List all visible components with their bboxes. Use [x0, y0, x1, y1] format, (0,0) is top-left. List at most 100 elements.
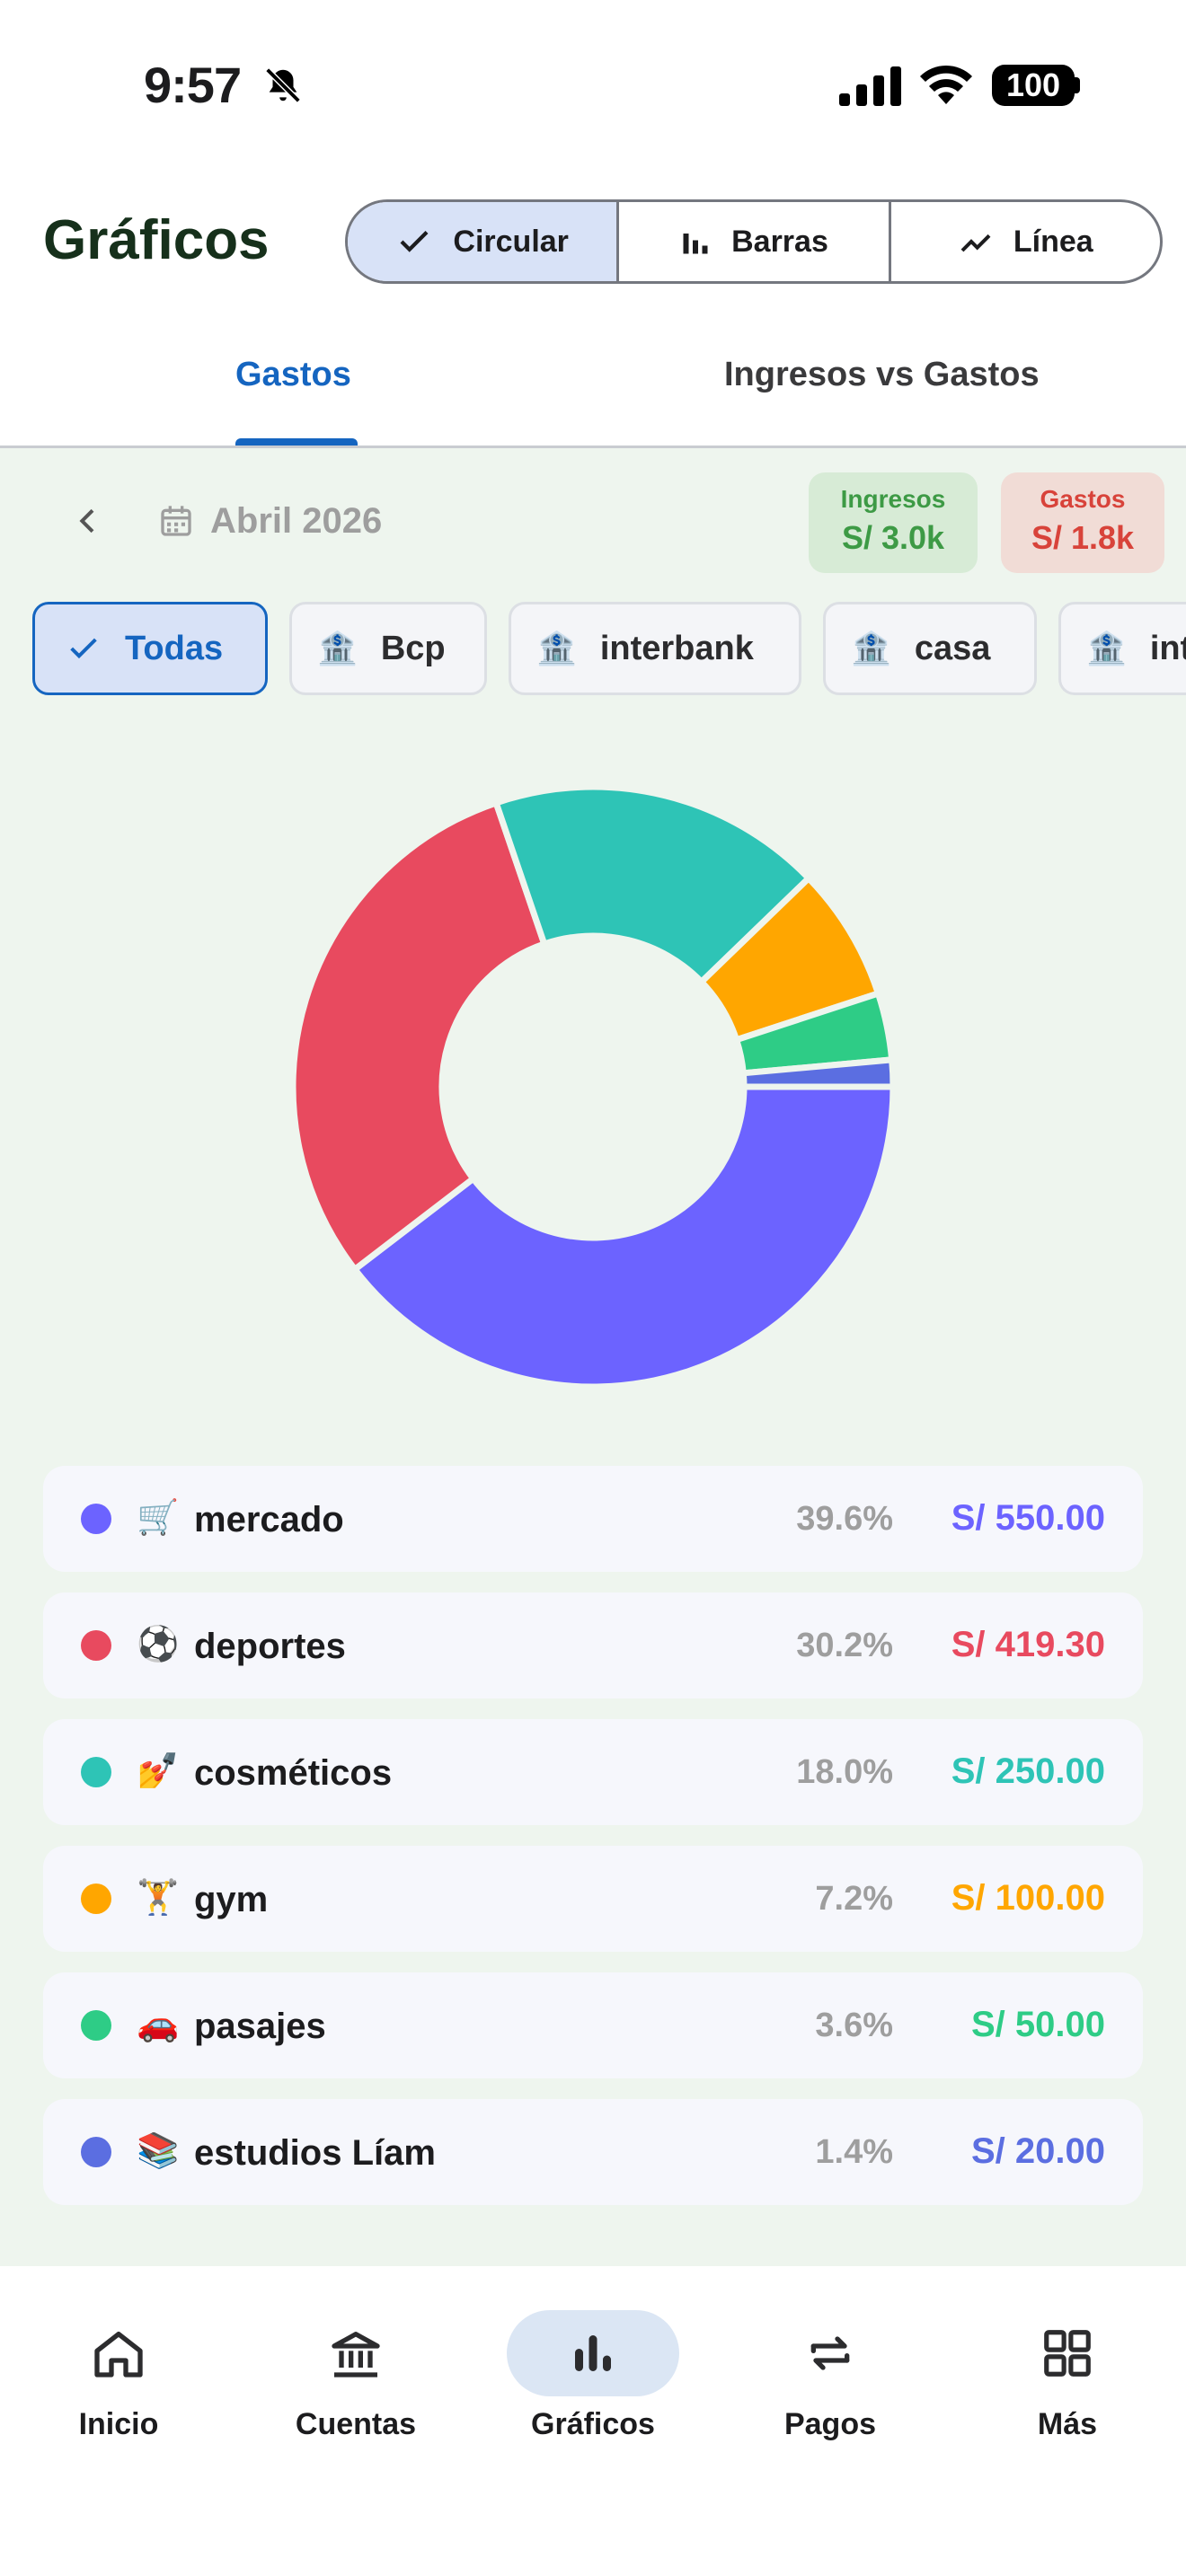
line-chart-icon	[960, 234, 991, 252]
filter-chip-label: Bcp	[380, 629, 446, 667]
category-name: gym	[194, 1880, 269, 1919]
legend-row[interactable]: 🚗 pasajes 3.6% S/ 50.00	[43, 1972, 1143, 2078]
category-emoji-icon: 💅	[137, 1752, 180, 1790]
legend-row[interactable]: 💅 cosméticos 18.0% S/ 250.00	[43, 1719, 1143, 1825]
nav-cuentas-icon-wrap	[237, 2310, 474, 2396]
segment-linea-label: Línea	[1013, 224, 1093, 259]
donut-slice-1[interactable]	[289, 798, 549, 1275]
bank-icon: 🏦	[317, 630, 358, 666]
nav-cuentas[interactable]: Cuentas	[237, 2310, 474, 2442]
segment-linea[interactable]: Línea	[891, 202, 1160, 281]
legend-color-dot	[81, 1883, 111, 1914]
nav-graficos-icon-wrap	[507, 2310, 679, 2396]
donut-chart	[289, 783, 897, 1390]
filter-chip-label: Todas	[125, 629, 224, 667]
period-label[interactable]: Abril 2026	[210, 501, 382, 542]
category-amount: S/ 50.00	[970, 2005, 1105, 2044]
bank-icon: 🏦	[851, 630, 891, 666]
legend-row[interactable]: 🛒 mercado 39.6% S/ 550.00	[43, 1466, 1143, 1572]
category-percentage: 39.6%	[796, 1500, 893, 1538]
category-percentage: 3.6%	[815, 2007, 893, 2044]
category-amount: S/ 100.00	[951, 1878, 1105, 1918]
segment-circular[interactable]: Circular	[348, 202, 620, 281]
nav-inicio-icon-wrap	[0, 2310, 237, 2396]
filter-chip-label: interbank	[1149, 629, 1186, 667]
category-amount: S/ 250.00	[951, 1751, 1105, 1791]
battery-indicator: 100	[992, 65, 1075, 106]
segment-barras[interactable]: Barras	[619, 202, 891, 281]
nav-pagos-icon-wrap	[712, 2310, 949, 2396]
wifi-icon	[920, 65, 972, 104]
signal-icon	[839, 66, 901, 106]
home-icon	[94, 2332, 143, 2378]
chart-type-selector: Circular Barras Línea	[345, 199, 1163, 284]
legend-color-dot	[81, 2010, 111, 2041]
transfer-icon	[810, 2336, 850, 2370]
category-emoji-icon: ⚽	[137, 1626, 180, 1663]
nav-inicio[interactable]: Inicio	[0, 2310, 237, 2442]
category-amount: S/ 550.00	[951, 1498, 1105, 1538]
category-percentage: 18.0%	[796, 1753, 893, 1791]
filter-chip-interbank[interactable]: 🏦 interbank	[509, 602, 801, 695]
legend-row[interactable]: ⚽ deportes 30.2% S/ 419.30	[43, 1592, 1143, 1698]
category-name: mercado	[194, 1500, 344, 1539]
filter-chip-label: casa	[914, 629, 991, 667]
tab-gastos[interactable]: Gastos	[235, 356, 351, 394]
filter-chip-todas[interactable]: Todas	[32, 602, 268, 695]
category-name: deportes	[194, 1627, 346, 1666]
check-icon	[70, 638, 97, 659]
filter-chip-interbank-2[interactable]: 🏦 interbank	[1058, 602, 1186, 695]
segment-circular-label: Circular	[453, 224, 569, 259]
grid-icon	[1044, 2330, 1091, 2377]
category-name: cosméticos	[194, 1753, 393, 1793]
nav-pagos[interactable]: Pagos	[712, 2310, 949, 2442]
calendar-icon	[161, 506, 191, 536]
category-emoji-icon: 🚗	[137, 2006, 180, 2043]
battery-tip	[1075, 77, 1080, 93]
category-amount: S/ 419.30	[951, 1625, 1105, 1664]
ingresos-label: Ingresos	[840, 485, 946, 513]
nav-graficos[interactable]: Gráficos	[474, 2310, 712, 2442]
filter-chip-bcp[interactable]: 🏦 Bcp	[289, 602, 487, 695]
legend-color-dot	[81, 1630, 111, 1661]
bar-chart-icon	[683, 234, 708, 254]
ingresos-value: S/ 3.0k	[841, 519, 945, 556]
category-emoji-icon: 📚	[137, 2132, 180, 2170]
legend-color-dot	[81, 1504, 111, 1534]
filter-chip-label: interbank	[599, 629, 754, 667]
category-name: pasajes	[194, 2007, 326, 2046]
category-percentage: 7.2%	[815, 1880, 893, 1918]
check-icon	[400, 231, 429, 252]
bank-icon: 🏦	[1086, 630, 1127, 666]
bank-icon: 🏦	[536, 630, 577, 666]
nav-mas-label: Más	[1037, 2407, 1098, 2441]
nav-pagos-label: Pagos	[783, 2407, 877, 2441]
category-percentage: 1.4%	[815, 2133, 893, 2171]
nav-inicio-label: Inicio	[78, 2407, 159, 2441]
gastos-label: Gastos	[1040, 485, 1126, 513]
chart-icon	[575, 2335, 611, 2371]
nav-mas[interactable]: Más	[949, 2310, 1186, 2442]
status-time: 9:57	[144, 57, 242, 113]
chevron-left-icon[interactable]	[70, 503, 106, 539]
tab-ingresos-vs-gastos[interactable]: Ingresos vs Gastos	[724, 356, 1040, 394]
legend-row[interactable]: 📚 estudios Líam 1.4% S/ 20.00	[43, 2099, 1143, 2205]
segment-barras-label: Barras	[731, 224, 828, 259]
category-emoji-icon: 🏋	[137, 1879, 180, 1917]
category-amount: S/ 20.00	[970, 2131, 1105, 2171]
legend-color-dot	[81, 1757, 111, 1787]
category-name: estudios Líam	[194, 2133, 436, 2173]
bank-icon	[332, 2332, 380, 2378]
nav-graficos-label: Gráficos	[531, 2407, 655, 2441]
bell-muted-icon	[265, 67, 301, 103]
gastos-summary: Gastos S/ 1.8k	[1001, 472, 1164, 573]
nav-cuentas-label: Cuentas	[295, 2407, 417, 2441]
legend-row[interactable]: 🏋 gym 7.2% S/ 100.00	[43, 1846, 1143, 1952]
filter-chip-casa[interactable]: 🏦 casa	[823, 602, 1037, 695]
legend-color-dot	[81, 2137, 111, 2167]
gastos-value: S/ 1.8k	[1031, 519, 1135, 556]
nav-mas-icon-wrap	[949, 2310, 1186, 2396]
category-percentage: 30.2%	[796, 1627, 893, 1664]
page-title: Gráficos	[43, 209, 270, 271]
category-emoji-icon: 🛒	[137, 1499, 180, 1537]
